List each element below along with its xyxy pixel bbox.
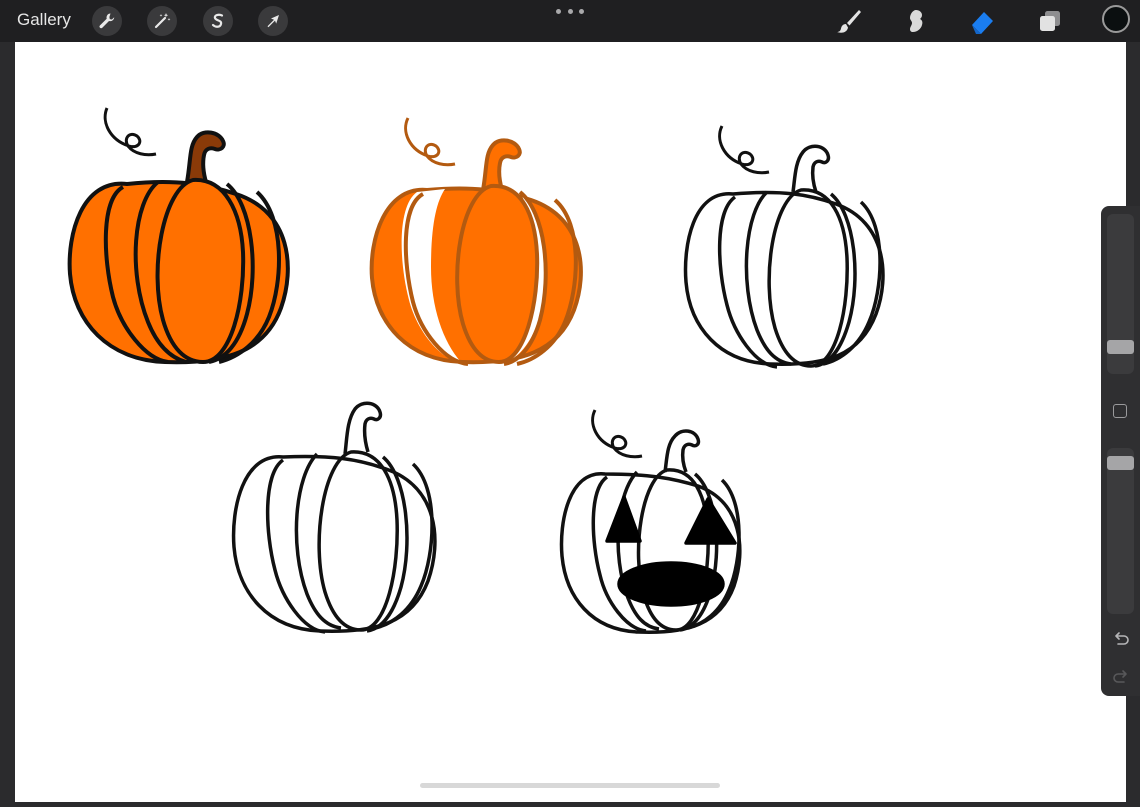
smudge-icon: [910, 10, 923, 32]
arrow-cursor-icon: [267, 15, 279, 28]
brush-tool-button[interactable]: [833, 5, 865, 37]
dot-icon: [556, 8, 561, 14]
home-indicator[interactable]: [420, 783, 720, 788]
brush-icon: [837, 10, 861, 33]
pumpkin-filled-orange: [67, 107, 290, 365]
actions-button[interactable]: [92, 6, 122, 36]
modify-button[interactable]: [1113, 404, 1127, 418]
brush-size-thumb[interactable]: [1107, 340, 1134, 354]
color-picker-button[interactable]: [1102, 5, 1130, 33]
adjustments-button[interactable]: [147, 6, 177, 36]
jack-o-lantern: [559, 409, 742, 634]
canvas-artwork: [67, 107, 885, 634]
transform-button[interactable]: [258, 6, 288, 36]
eraser-tool-button[interactable]: [967, 5, 999, 37]
pumpkin-outline-with-curl: [683, 125, 885, 369]
opacity-thumb[interactable]: [1107, 456, 1134, 470]
more-options-button[interactable]: [556, 5, 584, 17]
gallery-button[interactable]: Gallery: [17, 10, 71, 30]
eraser-icon: [972, 12, 993, 34]
pumpkin-orange-white-stripes: [369, 117, 583, 366]
drawing-canvas[interactable]: [15, 42, 1126, 802]
magic-wand-icon: [154, 13, 171, 29]
undo-icon[interactable]: [1112, 630, 1130, 648]
layers-icon: [1040, 11, 1060, 31]
smudge-tool-button[interactable]: [900, 5, 932, 37]
selection-s-icon: [211, 13, 224, 28]
redo-icon[interactable]: [1112, 668, 1130, 686]
dot-icon: [567, 8, 573, 14]
pumpkin-outline-plain: [231, 401, 437, 634]
dot-icon: [579, 8, 584, 14]
selection-button[interactable]: [203, 6, 233, 36]
opacity-slider[interactable]: [1107, 448, 1134, 614]
side-toolbar: [1101, 206, 1140, 696]
wrench-icon: [99, 13, 115, 29]
top-toolbar: Gallery: [0, 0, 1140, 42]
layers-button[interactable]: [1034, 5, 1066, 37]
